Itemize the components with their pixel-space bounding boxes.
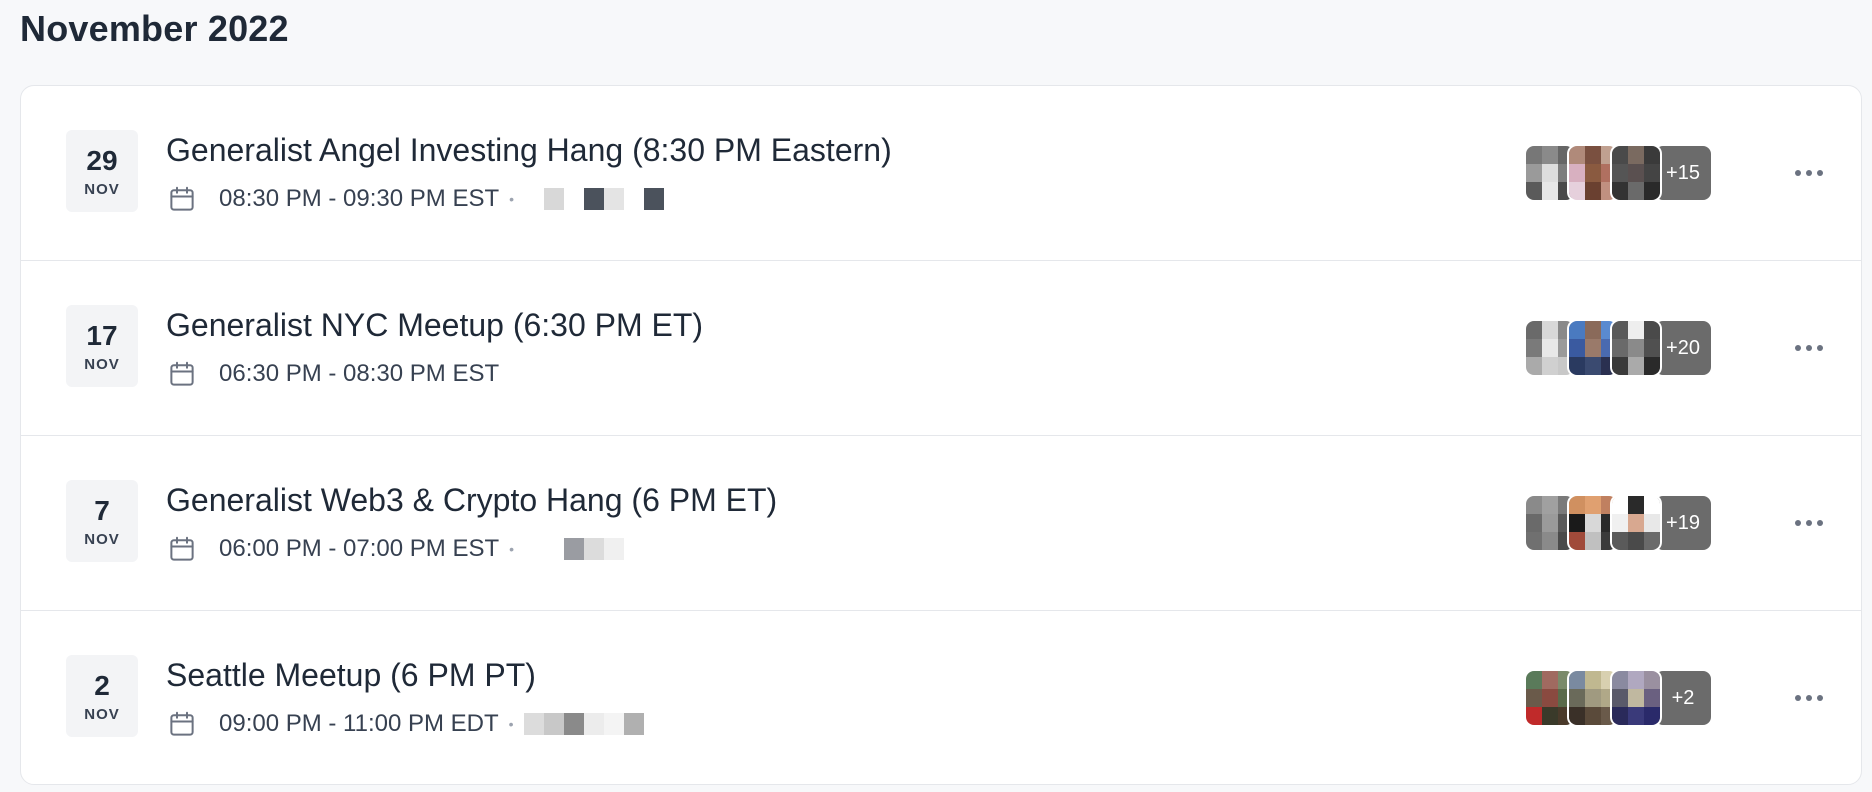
event-meta: 06:30 PM - 08:30 PM EST: [167, 357, 519, 391]
ellipsis-icon: [1794, 344, 1824, 352]
date-badge: 17 NOV: [66, 305, 138, 387]
event-row[interactable]: 29 NOV Generalist Angel Investing Hang (…: [21, 86, 1861, 261]
more-attendees-count[interactable]: +2: [1653, 669, 1713, 727]
event-location-redacted: [523, 713, 644, 735]
event-title[interactable]: Generalist Angel Investing Hang (8:30 PM…: [166, 132, 892, 169]
date-badge: 2 NOV: [66, 655, 138, 737]
ellipsis-icon: [1794, 694, 1824, 702]
calendar-icon: [167, 184, 197, 214]
calendar-icon: [167, 709, 197, 739]
event-time: 06:30 PM - 08:30 PM EST: [219, 360, 500, 387]
more-options-button[interactable]: [1789, 156, 1829, 190]
event-meta: 08:30 PM - 09:30 PM EST •: [167, 182, 665, 216]
ellipsis-icon: [1794, 519, 1824, 527]
attendee-avatar[interactable]: [1610, 669, 1662, 727]
attendee-avatars[interactable]: +2: [1524, 669, 1713, 727]
attendee-avatar[interactable]: [1610, 494, 1662, 552]
date-month: NOV: [84, 705, 120, 723]
attendee-avatars[interactable]: +20: [1524, 319, 1713, 377]
attendee-avatar[interactable]: [1610, 319, 1662, 377]
calendar-icon: [167, 534, 197, 564]
event-title[interactable]: Generalist Web3 & Crypto Hang (6 PM ET): [166, 482, 777, 519]
event-meta: 09:00 PM - 11:00 PM EDT •: [167, 707, 644, 741]
date-day: 29: [86, 144, 118, 176]
date-day: 17: [86, 319, 118, 351]
date-month: NOV: [84, 180, 120, 198]
date-day: 2: [94, 669, 110, 701]
event-row[interactable]: 17 NOV Generalist NYC Meetup (6:30 PM ET…: [21, 261, 1861, 436]
meta-separator: •: [509, 541, 515, 557]
event-row[interactable]: 7 NOV Generalist Web3 & Crypto Hang (6 P…: [21, 436, 1861, 611]
event-meta: 06:00 PM - 07:00 PM EST •: [167, 532, 625, 566]
more-options-button[interactable]: [1789, 331, 1829, 365]
event-location-redacted: [524, 188, 665, 210]
meta-separator: •: [509, 191, 515, 207]
more-attendees-count[interactable]: +20: [1653, 319, 1713, 377]
date-month: NOV: [84, 355, 120, 373]
month-title: November 2022: [20, 8, 289, 49]
event-title[interactable]: Seattle Meetup (6 PM PT): [166, 657, 536, 694]
meta-separator: •: [508, 716, 514, 732]
more-attendees-count[interactable]: +15: [1653, 144, 1713, 202]
attendee-avatars[interactable]: +19: [1524, 494, 1713, 552]
more-attendees-count[interactable]: +19: [1653, 494, 1713, 552]
event-time: 08:30 PM - 09:30 PM EST: [219, 185, 500, 212]
event-row[interactable]: 2 NOV Seattle Meetup (6 PM PT) 09:00 PM …: [21, 611, 1861, 784]
attendee-avatars[interactable]: +15: [1524, 144, 1713, 202]
date-badge: 29 NOV: [66, 130, 138, 212]
more-options-button[interactable]: [1789, 681, 1829, 715]
events-list: 29 NOV Generalist Angel Investing Hang (…: [20, 85, 1862, 785]
ellipsis-icon: [1794, 169, 1824, 177]
date-day: 7: [94, 494, 110, 526]
event-time: 06:00 PM - 07:00 PM EST: [219, 535, 500, 562]
event-time: 09:00 PM - 11:00 PM EDT: [219, 710, 499, 737]
event-title[interactable]: Generalist NYC Meetup (6:30 PM ET): [166, 307, 703, 344]
date-month: NOV: [84, 530, 120, 548]
date-badge: 7 NOV: [66, 480, 138, 562]
attendee-avatar[interactable]: [1610, 144, 1662, 202]
event-location-redacted: [524, 538, 625, 560]
more-options-button[interactable]: [1789, 506, 1829, 540]
calendar-icon: [167, 359, 197, 389]
